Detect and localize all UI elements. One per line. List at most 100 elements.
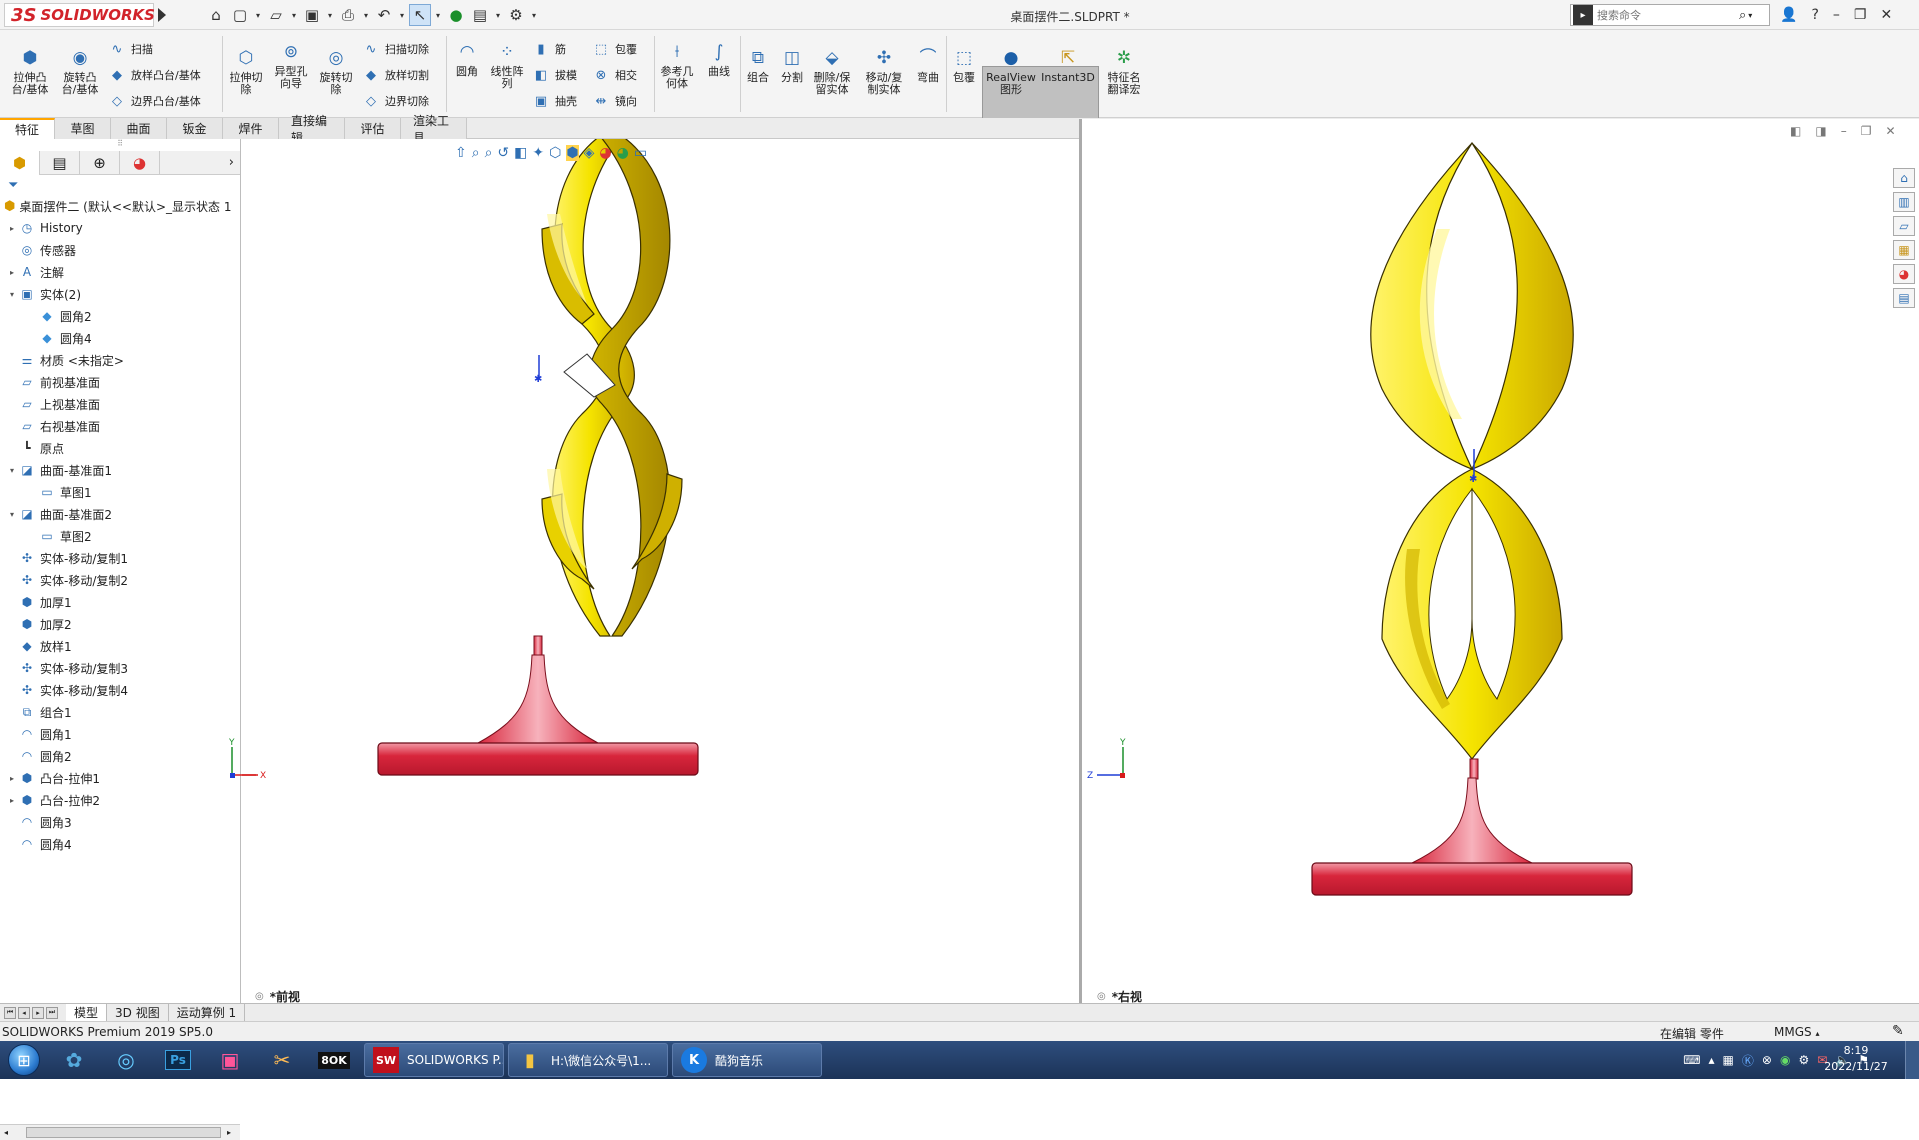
tree-item[interactable]: ▸ A 注解 — [0, 261, 240, 283]
tree-item[interactable]: ▱ 上视基准面 — [0, 393, 240, 415]
open-icon[interactable]: ▱ — [265, 4, 287, 26]
scroll-right-icon[interactable]: ▸ — [227, 1128, 231, 1137]
taskbar-kugou[interactable]: K 酷狗音乐 — [672, 1043, 822, 1077]
ok-app-icon[interactable]: 8OK — [308, 1042, 360, 1078]
tree-item[interactable]: ▸ ⬢ 凸台-拉伸2 — [0, 789, 240, 811]
macro-button[interactable]: ✲ 特征名 翻译宏 — [1102, 46, 1146, 96]
search-icon[interactable]: ⌕ — [1739, 8, 1746, 23]
tree-item[interactable]: ▾ ◪ 曲面-基准面2 — [0, 503, 240, 525]
viewport-right[interactable]: ✱ — [1082, 119, 1919, 1003]
photoshop-icon[interactable]: Ps — [152, 1042, 204, 1078]
link-views-icon[interactable]: ◨ — [1815, 124, 1826, 138]
settings-tray-icon[interactable]: ⚙ — [1798, 1053, 1809, 1067]
view-settings-icon[interactable]: ▭ — [634, 145, 647, 161]
solidworks-resources-icon[interactable]: ⌂ — [1893, 168, 1915, 188]
linear-pattern-button[interactable]: ⁘ 线性阵 列 — [488, 40, 526, 90]
tree-item[interactable]: ▾ ◪ 曲面-基准面1 — [0, 459, 240, 481]
delete-keep-body-button[interactable]: ⬙ 删除/保 留实体 — [810, 46, 854, 96]
rebuild-icon[interactable]: ● — [445, 4, 467, 26]
tree-item[interactable]: ▸ ◷ History — [0, 217, 240, 239]
realview-button[interactable]: ● RealView 图形 — [986, 46, 1036, 96]
chevron-down-icon[interactable]: ▾ — [529, 4, 539, 26]
split-button[interactable]: ◫ 分割 — [776, 46, 808, 84]
panel-grip[interactable]: ⠿ — [0, 139, 240, 151]
tree-item[interactable]: ✣ 实体-移动/复制3 — [0, 657, 240, 679]
print-icon[interactable]: ⎙ — [337, 4, 359, 26]
expand-toggle-icon[interactable]: ▾ — [6, 290, 18, 299]
file-explorer-icon[interactable]: ▱ — [1893, 216, 1915, 236]
security-tray-icon[interactable]: ◉ — [1780, 1053, 1790, 1067]
section-view-icon[interactable]: ◧ — [514, 145, 527, 161]
display-manager-tab-icon[interactable]: ◕ — [120, 150, 160, 175]
kugou-tray-icon[interactable]: Ⓚ — [1742, 1052, 1754, 1069]
property-manager-tab-icon[interactable]: ▤ — [40, 150, 80, 175]
appearances-icon[interactable]: ◕ — [1893, 264, 1915, 284]
zoom-to-area-icon[interactable]: ⌕ — [485, 145, 493, 161]
minimize-icon[interactable]: – — [1841, 124, 1847, 138]
tree-item[interactable]: ✣ 实体-移动/复制4 — [0, 679, 240, 701]
revolve-boss-button[interactable]: ◉ 旋转凸 台/基体 — [60, 46, 100, 96]
tool-icon[interactable]: ✂ — [256, 1042, 308, 1078]
file-properties-icon[interactable]: ▤ — [469, 4, 491, 26]
chevron-down-icon[interactable]: ▾ — [361, 4, 371, 26]
prev-tab-icon[interactable]: ◂ — [18, 1006, 30, 1019]
move-copy-body-button[interactable]: ✣ 移动/复 制实体 — [862, 46, 906, 96]
expand-toggle-icon[interactable]: ▸ — [6, 268, 18, 277]
restore-icon[interactable]: ❐ — [1854, 7, 1867, 23]
tree-item[interactable]: ⬢ 加厚2 — [0, 613, 240, 635]
expand-toggle-icon[interactable]: ▸ — [6, 774, 18, 783]
customize-icon[interactable]: ✎ — [1892, 1023, 1904, 1039]
expand-toggle-icon[interactable]: ▸ — [6, 796, 18, 805]
tab-sketch[interactable]: 草图 — [55, 118, 111, 139]
chevron-down-icon[interactable]: ▾ — [325, 4, 335, 26]
lofted-cut-button[interactable]: ◆ 放样切割 — [362, 66, 429, 84]
swept-cut-button[interactable]: ∿ 扫描切除 — [362, 40, 429, 58]
last-tab-icon[interactable]: ⏭ — [46, 1006, 58, 1019]
minimize-icon[interactable]: – — [1833, 7, 1840, 23]
loft-button[interactable]: ◆ 放样凸台/基体 — [108, 66, 201, 84]
expand-toggle-icon[interactable]: ▾ — [6, 466, 18, 475]
display-style-icon[interactable]: ⬢ — [566, 145, 579, 161]
tree-item[interactable]: ▱ 右视基准面 — [0, 415, 240, 437]
boundary-button[interactable]: ◇ 边界凸台/基体 — [108, 92, 201, 110]
combine-button[interactable]: ⧉ 组合 — [742, 46, 774, 84]
rib-button[interactable]: ▮ 筋 — [532, 40, 566, 58]
browser-icon[interactable]: ◎ — [100, 1042, 152, 1078]
instant3d-button[interactable]: ⇱ Instant3D — [1040, 46, 1096, 84]
restore-icon[interactable]: ❐ — [1861, 124, 1872, 138]
tab-weldments[interactable]: 焊件 — [223, 118, 279, 139]
dynamic-annotation-icon[interactable]: ✦ — [532, 145, 544, 161]
home-icon[interactable]: ⌂ — [205, 4, 227, 26]
close-icon[interactable]: ✕ — [1880, 7, 1892, 23]
chevron-down-icon[interactable]: ▾ — [493, 4, 503, 26]
tray-expand-icon[interactable]: ▴ — [1709, 1053, 1715, 1067]
chevron-down-icon[interactable]: ▾ — [253, 4, 263, 26]
previous-view-icon[interactable]: ↺ — [497, 145, 509, 161]
tab-surfaces[interactable]: 曲面 — [111, 118, 167, 139]
tab-3d-views[interactable]: 3D 视图 — [107, 1004, 169, 1021]
filter-icon[interactable]: ⏷ — [0, 175, 240, 195]
options-icon[interactable]: ⚙ — [505, 4, 527, 26]
tree-item[interactable]: ▭ 草图2 — [0, 525, 240, 547]
sweep-button[interactable]: ∿ 扫描 — [108, 40, 153, 58]
hide-show-icon[interactable]: ◈ — [584, 145, 595, 161]
help-icon[interactable]: ? — [1811, 7, 1818, 23]
unit-system[interactable]: MMGS ▴ — [1774, 1025, 1819, 1039]
new-icon[interactable]: ▢ — [229, 4, 251, 26]
tree-item[interactable]: ◆ 放样1 — [0, 635, 240, 657]
edit-appearance-icon[interactable]: ◕ — [599, 145, 611, 161]
clock[interactable]: 8:19 2022/11/27 — [1822, 1043, 1890, 1075]
apply-scene-icon[interactable]: ◕ — [617, 145, 629, 161]
curves-button[interactable]: ∫ 曲线 — [702, 40, 736, 78]
tab-sheet-metal[interactable]: 钣金 — [167, 118, 223, 139]
chevron-down-icon[interactable]: ▾ — [397, 4, 407, 26]
extrude-cut-button[interactable]: ⬡ 拉伸切 除 — [226, 46, 266, 96]
scroll-thumb[interactable] — [26, 1127, 222, 1138]
chevron-down-icon[interactable]: ▾ — [289, 4, 299, 26]
expand-toggle-icon[interactable]: ▾ — [6, 510, 18, 519]
tree-item[interactable]: ◠ 圆角4 — [0, 833, 240, 855]
custom-properties-icon[interactable]: ▤ — [1893, 288, 1915, 308]
configuration-manager-tab-icon[interactable]: ⊕ — [80, 150, 120, 175]
view-orientation-cube-icon[interactable]: ⬡ — [549, 145, 561, 161]
solidworks-logo[interactable]: 3S SOLIDWORKS — [4, 3, 155, 27]
